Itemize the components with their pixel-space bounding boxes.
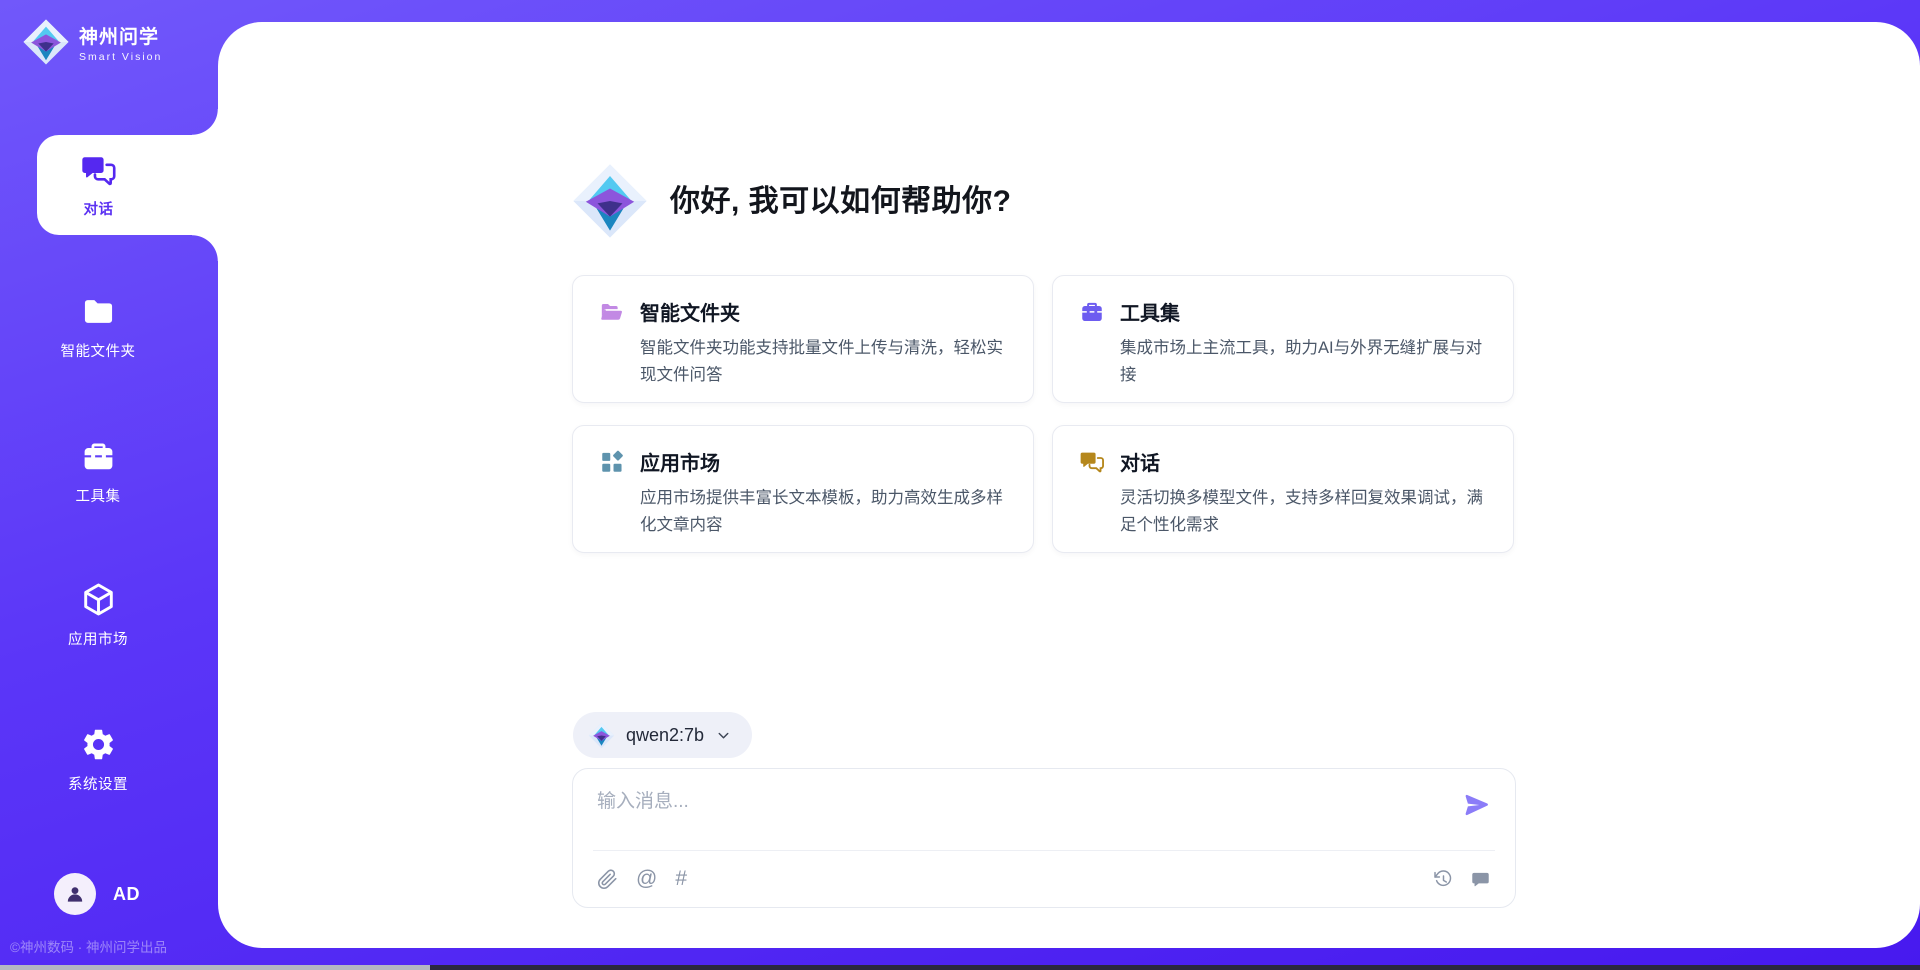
chat-bubbles-icon bbox=[80, 152, 117, 189]
message-composer: @ # bbox=[572, 768, 1516, 908]
model-selector[interactable]: qwen2:7b bbox=[573, 712, 752, 758]
person-icon bbox=[63, 882, 87, 906]
card-description: 应用市场提供丰富长文本模板，助力高效生成多样化文章内容 bbox=[640, 485, 1007, 539]
sidebar-item-settings[interactable]: 系统设置 bbox=[0, 726, 196, 794]
briefcase-icon bbox=[80, 438, 117, 475]
sidebar-item-toolset[interactable]: 工具集 bbox=[0, 438, 196, 506]
feature-cards: 智能文件夹 智能文件夹功能支持批量文件上传与清洗，轻松实现文件问答 工具集 集成… bbox=[572, 275, 1516, 553]
composer-divider bbox=[593, 850, 1495, 851]
diamond-logo-icon bbox=[588, 722, 615, 749]
sidebar-item-label: 对话 bbox=[84, 198, 114, 219]
model-name: qwen2:7b bbox=[626, 725, 704, 746]
briefcase-icon bbox=[1079, 299, 1105, 325]
cube-icon bbox=[80, 581, 117, 618]
horizontal-scrollbar bbox=[0, 965, 1920, 970]
card-smart-folder[interactable]: 智能文件夹 智能文件夹功能支持批量文件上传与清洗，轻松实现文件问答 bbox=[572, 275, 1034, 403]
sidebar-item-label: 应用市场 bbox=[68, 628, 128, 649]
card-app-market[interactable]: 应用市场 应用市场提供丰富长文本模板，助力高效生成多样化文章内容 bbox=[572, 425, 1034, 553]
history-icon[interactable] bbox=[1433, 869, 1454, 890]
send-icon[interactable] bbox=[1463, 791, 1491, 819]
grid-icon bbox=[599, 449, 625, 475]
user-profile[interactable]: AD bbox=[54, 873, 140, 915]
sidebar-item-label: 工具集 bbox=[76, 485, 121, 506]
card-title: 工具集 bbox=[1120, 297, 1180, 326]
feedback-bubble-icon[interactable] bbox=[1470, 869, 1491, 890]
mention-icon[interactable]: @ bbox=[636, 868, 657, 890]
sidebar: 神州问学 Smart Vision 对话 智能文件夹 工具集 应用市场 系统设置 bbox=[0, 0, 218, 970]
user-initials: AD bbox=[113, 884, 140, 905]
sidebar-item-app-market[interactable]: 应用市场 bbox=[0, 581, 196, 649]
card-chat[interactable]: 对话 灵活切换多模型文件，支持多样回复效果调试，满足个性化需求 bbox=[1052, 425, 1514, 553]
gear-icon bbox=[80, 726, 117, 763]
folder-icon bbox=[80, 293, 117, 330]
copyright-text: ©神州数码 · 神州问学出品 bbox=[10, 936, 167, 956]
card-description: 集成市场上主流工具，助力AI与外界无缝扩展与对接 bbox=[1120, 335, 1487, 389]
main-panel: 你好, 我可以如何帮助你? 智能文件夹 智能文件夹功能支持批量文件上传与清洗，轻… bbox=[218, 22, 1920, 948]
app-window: 神州问学 Smart Vision 对话 智能文件夹 工具集 应用市场 系统设置 bbox=[0, 0, 1920, 970]
avatar bbox=[54, 873, 96, 915]
sidebar-item-label: 系统设置 bbox=[68, 773, 128, 794]
message-input[interactable] bbox=[597, 785, 1435, 819]
scrollbar-thumb[interactable] bbox=[0, 965, 430, 970]
brand-logo-icon bbox=[22, 18, 70, 66]
card-description: 智能文件夹功能支持批量文件上传与清洗，轻松实现文件问答 bbox=[640, 335, 1007, 389]
card-toolset[interactable]: 工具集 集成市场上主流工具，助力AI与外界无缝扩展与对接 bbox=[1052, 275, 1514, 403]
chevron-down-icon bbox=[715, 727, 732, 744]
brand-name: 神州问学 bbox=[79, 22, 162, 49]
hashtag-icon[interactable]: # bbox=[675, 868, 687, 890]
brand: 神州问学 Smart Vision bbox=[22, 18, 162, 66]
folder-open-icon bbox=[599, 299, 625, 325]
sidebar-item-chat[interactable]: 对话 bbox=[37, 135, 218, 235]
card-title: 对话 bbox=[1120, 447, 1160, 476]
card-title: 智能文件夹 bbox=[640, 297, 740, 326]
composer-toolbar: @ # bbox=[597, 863, 1491, 895]
card-description: 灵活切换多模型文件，支持多样回复效果调试，满足个性化需求 bbox=[1120, 485, 1487, 539]
chat-bubbles-icon bbox=[1079, 449, 1105, 475]
brand-text: 神州问学 Smart Vision bbox=[79, 22, 162, 63]
sidebar-item-label: 智能文件夹 bbox=[61, 340, 136, 361]
card-title: 应用市场 bbox=[640, 447, 720, 476]
greeting-logo-icon bbox=[571, 162, 649, 240]
brand-subtitle: Smart Vision bbox=[79, 51, 162, 63]
paperclip-icon[interactable] bbox=[597, 869, 618, 890]
sidebar-item-smart-folder[interactable]: 智能文件夹 bbox=[0, 293, 196, 361]
greeting-title: 你好, 我可以如何帮助你? bbox=[670, 184, 1012, 220]
